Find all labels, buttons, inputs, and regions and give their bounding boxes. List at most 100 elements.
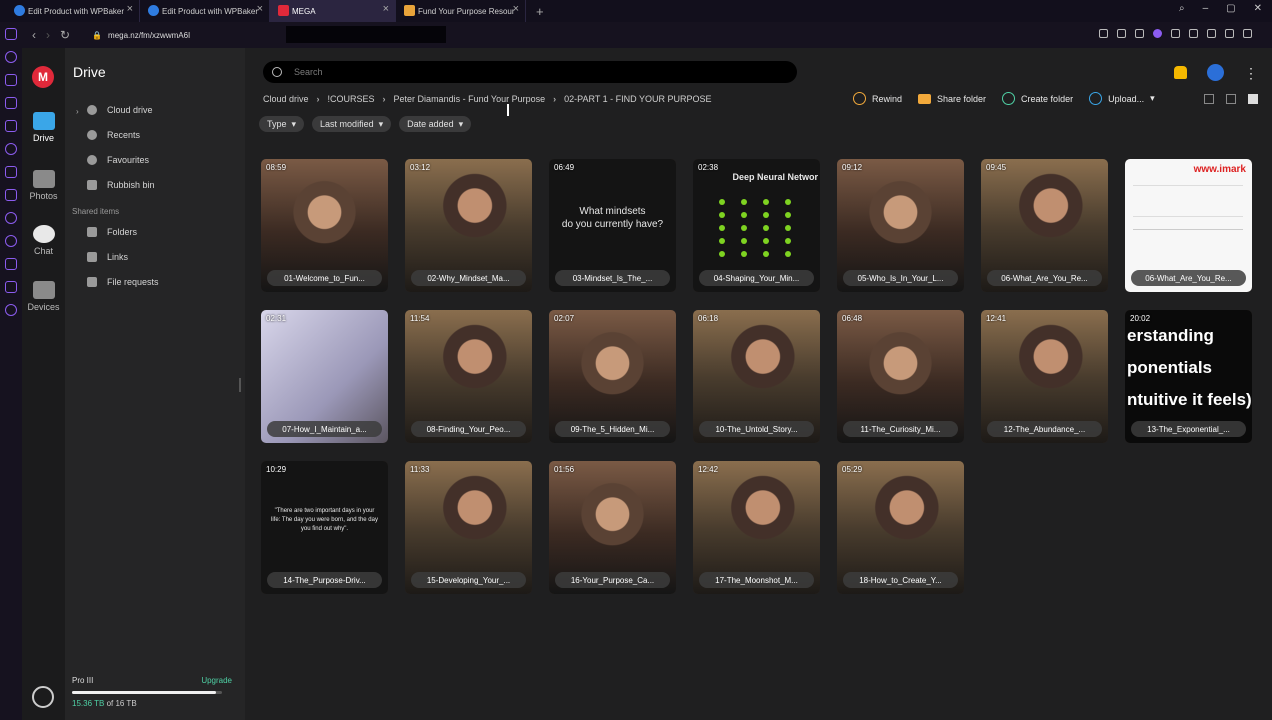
snapshot-icon[interactable] [1099,29,1108,38]
browser-tab[interactable]: Edit Product with WPBaker × [0,0,140,22]
bag-icon[interactable] [5,74,17,86]
close-icon[interactable]: × [127,3,133,15]
minimize-button[interactable]: – [1203,3,1209,14]
share-folder-button[interactable]: Share folder [918,93,986,104]
file-card[interactable]: 03:12 02-Why_Mindset_Ma... [405,159,532,292]
file-card[interactable]: 12:42 17-The_Moonshot_M... [693,461,820,594]
filter-date-added[interactable]: Date added ▾ [399,116,472,132]
new-tab-button[interactable]: + [536,4,544,19]
cube-icon[interactable] [5,281,17,293]
forward-icon[interactable]: › [46,28,50,42]
duration-badge: 12:42 [698,465,719,474]
file-card[interactable]: Deep Neural Networ 02:38 04-Shaping_Your_M… [693,159,820,292]
rail-item-photos[interactable]: Photos [22,170,65,201]
file-card[interactable]: 01:56 16-Your_Purpose_Ca... [549,461,676,594]
rail-item-devices[interactable]: Devices [22,281,65,312]
avatar[interactable] [1207,64,1224,81]
camera-icon[interactable] [1117,29,1126,38]
mega-logo[interactable]: M [32,66,54,88]
filter-last-modified[interactable]: Last modified ▾ [312,116,392,132]
sidebar-item-favourites[interactable]: Favourites [87,155,149,165]
file-card[interactable]: 02:07 09-The_5_Hidden_Mi... [549,310,676,443]
messenger-icon[interactable] [5,28,17,40]
sidebar-item-recents[interactable]: Recents [87,130,140,140]
duration-badge: 06:48 [842,314,863,323]
rewind-button[interactable]: Rewind [853,92,902,105]
close-icon[interactable]: × [513,3,519,15]
rail-item-drive[interactable]: Drive [22,112,65,143]
breadcrumb-item[interactable]: Cloud drive [263,94,309,104]
sidebar-resize-handle[interactable] [239,378,241,392]
download-icon[interactable] [1135,29,1144,38]
sidebar-item-folders[interactable]: Folders [87,227,137,237]
rail-label: Chat [33,246,53,256]
back-icon[interactable]: ‹ [32,28,36,42]
extensions-icon[interactable] [1207,29,1216,38]
breadcrumb-item[interactable]: !COURSES [328,94,375,104]
reload-icon[interactable]: ↻ [60,28,70,42]
file-card[interactable]: 09:12 05-Who_Is_In_Your_L... [837,159,964,292]
search-input[interactable]: Search [263,61,797,83]
upgrade-link[interactable]: Upgrade [201,676,232,685]
instagram-icon[interactable] [5,143,17,155]
grid-view-icon[interactable] [1248,94,1258,104]
browser-tab[interactable]: Edit Product with WPBaker × [140,0,270,22]
upload-button[interactable]: Upload... ▾ [1089,92,1155,105]
sidebar-item-rubbish-bin[interactable]: Rubbish bin [87,180,155,190]
chevron-right-icon[interactable]: › [76,107,79,116]
file-name: 07-How_I_Maintain_a... [267,421,382,437]
search-tabs-icon[interactable]: ⌕ [1179,3,1185,14]
filter-type[interactable]: Type ▾ [259,116,305,132]
file-card[interactable]: 06:18 10-The_Untold_Story... [693,310,820,443]
sidebar-item-links[interactable]: Links [87,252,128,262]
vpn-icon[interactable] [1153,29,1162,38]
file-card[interactable]: 05:29 18-How_to_Create_Y... [837,461,964,594]
twitch-icon[interactable] [5,97,17,109]
aria-icon[interactable] [5,120,17,132]
breadcrumb-item[interactable]: Peter Diamandis - Fund Your Purpose [394,94,546,104]
heart-icon[interactable] [1189,29,1198,38]
file-card[interactable]: 09:45 06-What_Are_You_Re... [981,159,1108,292]
maximize-button[interactable]: ▢ [1226,3,1235,14]
close-icon[interactable]: × [383,3,389,15]
sidebar-item-cloud-drive[interactable]: Cloud drive [87,105,153,115]
file-card[interactable]: www.imark 06-What_Are_You_Re... [1125,159,1252,292]
file-card[interactable]: 06:48 11-The_Curiosity_Mi... [837,310,964,443]
file-card[interactable]: erstanding ponentials ntuitive it feels)… [1125,310,1252,443]
file-card[interactable]: 12:41 12-The_Abundance_... [981,310,1108,443]
settings-icon[interactable] [5,304,17,316]
file-card[interactable]: 08:59 01-Welcome_to_Fun... [261,159,388,292]
file-card[interactable]: "There are two important days in your li… [261,461,388,594]
menu-icon[interactable] [1243,29,1252,38]
file-card[interactable]: 11:54 08-Finding_Your_Peo... [405,310,532,443]
heart-icon[interactable] [5,212,17,224]
network-node [763,251,769,257]
sidebar-item-file-requests[interactable]: File requests [87,277,159,287]
list-view-icon[interactable] [1226,94,1236,104]
send-icon[interactable] [5,189,17,201]
bell-icon[interactable] [1174,66,1187,79]
create-folder-button[interactable]: Create folder [1002,92,1073,105]
url-field[interactable]: 🔒 mega.nz/fm/xzwwmA6I [92,31,190,40]
more-menu-icon[interactable]: ⋮ [1244,66,1258,80]
browser-tab-active[interactable]: MEGA × [270,0,396,22]
close-icon[interactable]: × [257,3,263,15]
rail-item-chat[interactable]: Chat [22,225,65,256]
transfers-icon[interactable] [32,686,54,708]
person-icon[interactable] [5,258,17,270]
media-view-icon[interactable] [1204,94,1214,104]
discord-icon[interactable] [5,166,17,178]
window-controls: ⌕ – ▢ ✕ [1179,3,1262,14]
history-icon[interactable] [5,235,17,247]
file-card[interactable]: What mindsets do you currently have? 06:4… [549,159,676,292]
search-placeholder: Search [294,67,323,77]
browser-tab[interactable]: Fund Your Purpose Resour × [396,0,526,22]
upload-icon [1089,92,1103,105]
close-window-button[interactable]: ✕ [1254,3,1262,14]
speed-dial-icon[interactable] [5,51,17,63]
network-node [763,212,769,218]
profile-icon[interactable] [1225,29,1234,38]
file-card[interactable]: 11:33 15-Developing_Your_... [405,461,532,594]
file-card[interactable]: 02:31 07-How_I_Maintain_a... [261,310,388,443]
player-icon[interactable] [1171,29,1180,38]
